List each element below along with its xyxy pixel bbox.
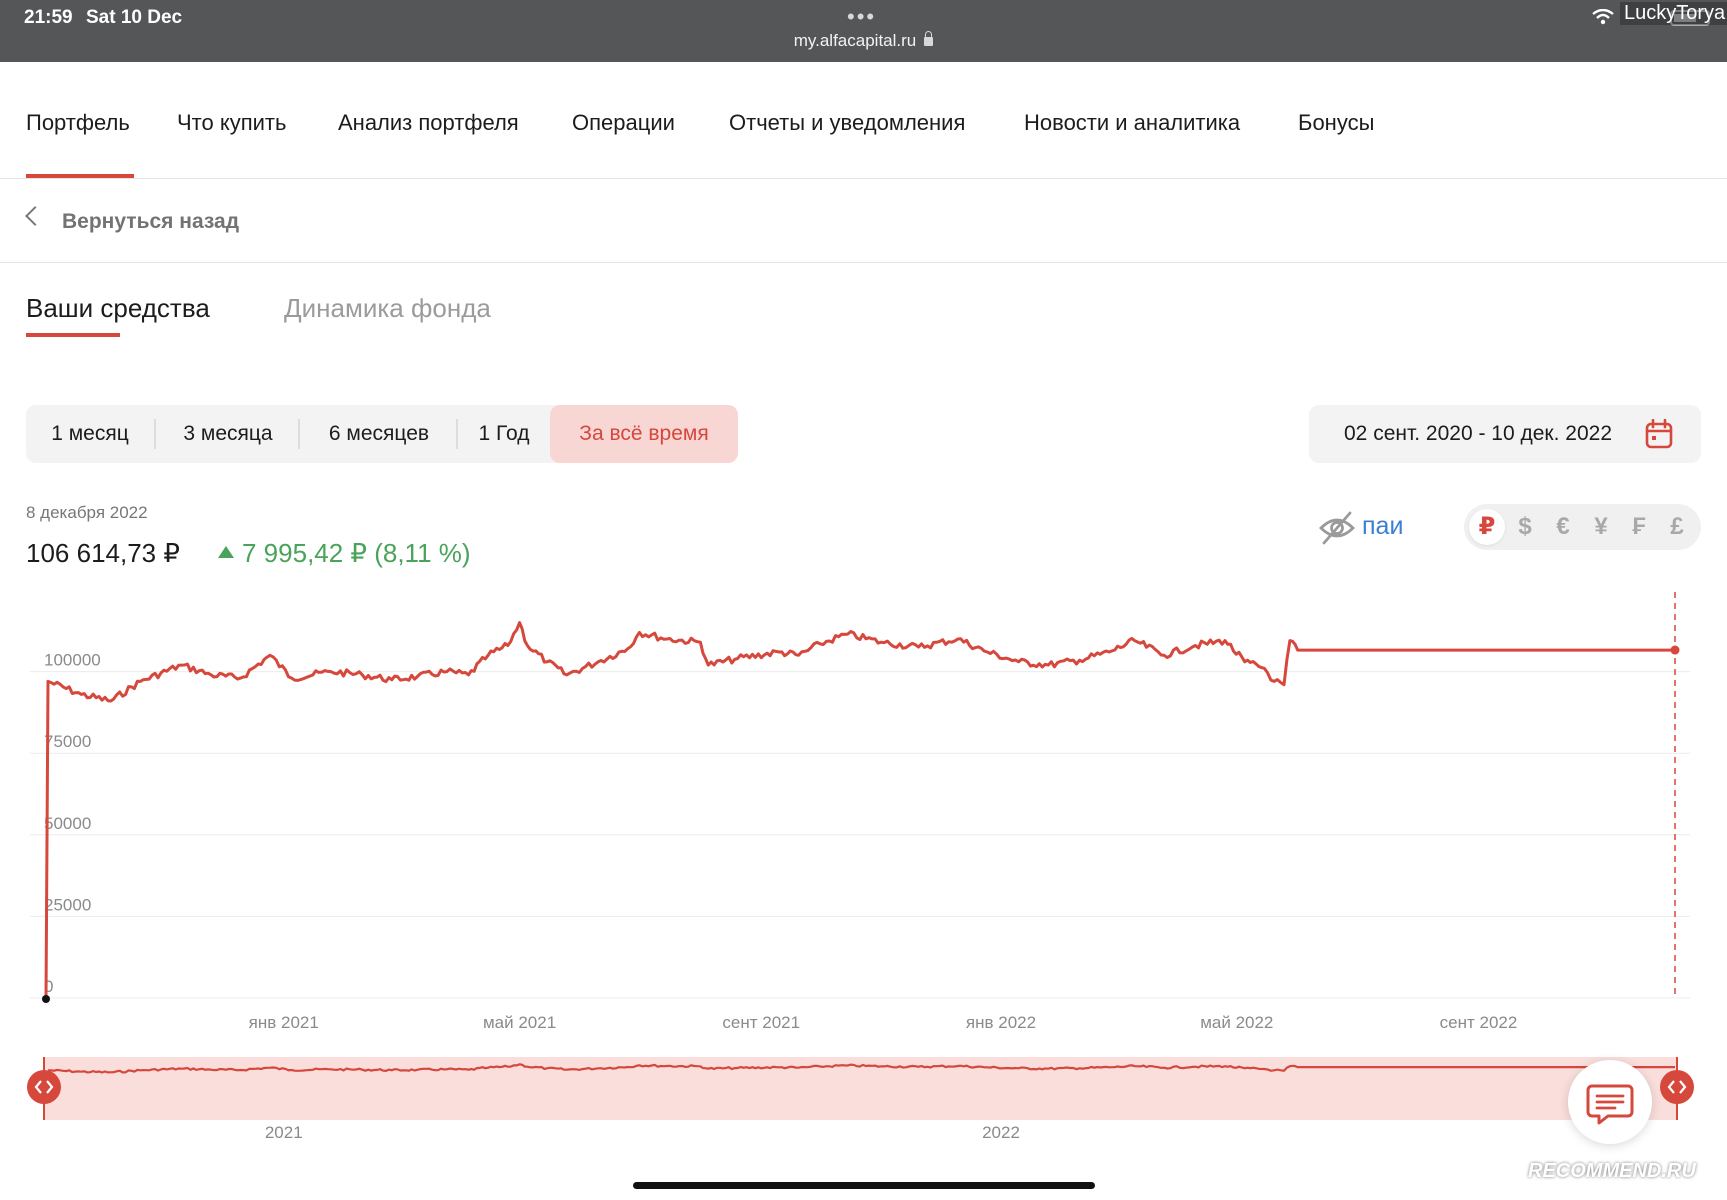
value-change-text: 7 995,42 ₽ (8,11 %) xyxy=(242,538,471,568)
currency-gbp[interactable]: £ xyxy=(1659,509,1695,545)
watermark-username: LuckyTorya xyxy=(1620,2,1727,25)
date-range-picker[interactable]: 02 сент. 2020 - 10 дек. 2022 xyxy=(1309,405,1701,463)
range-navigator[interactable]: 2021 2022 xyxy=(0,1045,1727,1155)
selected-date: 8 декабря 2022 xyxy=(26,503,148,522)
main-nav: Портфель Что купить Анализ портфеля Опер… xyxy=(0,62,1727,179)
eye-off-icon[interactable] xyxy=(1318,510,1356,546)
y-tick-label: 50000 xyxy=(44,814,91,833)
chevron-left-icon xyxy=(25,206,45,226)
calendar-icon xyxy=(1645,419,1673,449)
navigator-tick-label: 2022 xyxy=(982,1123,1020,1142)
nav-item-portfolio[interactable]: Портфель xyxy=(26,110,130,136)
nav-item-news[interactable]: Новости и аналитика xyxy=(1024,110,1240,136)
currency-usd[interactable]: $ xyxy=(1507,509,1543,545)
active-nav-indicator xyxy=(26,174,134,178)
url-text: my.alfacapital.ru xyxy=(793,31,917,50)
x-tick-label: май 2022 xyxy=(1200,1013,1273,1032)
wifi-icon xyxy=(1592,9,1614,25)
home-indicator xyxy=(633,1182,1095,1189)
x-tick-label: янв 2021 xyxy=(249,1013,319,1032)
series-end-point xyxy=(1670,645,1680,655)
tab-fund-dynamics[interactable]: Динамика фонда xyxy=(284,293,491,324)
drag-handle-icon xyxy=(1660,1070,1694,1104)
more-dots-icon[interactable]: ••• xyxy=(847,4,876,30)
navigator-right-handle[interactable] xyxy=(1660,1070,1694,1104)
nav-item-bonuses[interactable]: Бонусы xyxy=(1298,110,1374,136)
period-3-months[interactable]: 3 месяца xyxy=(156,405,300,463)
x-tick-label: сент 2022 xyxy=(1440,1013,1518,1032)
series-start-point xyxy=(42,995,50,1003)
date-range-label: 02 сент. 2020 - 10 дек. 2022 xyxy=(1344,422,1613,445)
series-line xyxy=(44,621,1675,999)
navigator-left-handle[interactable] xyxy=(27,1070,61,1104)
portfolio-value: 106 614,73 ₽ xyxy=(26,538,180,568)
nav-item-reports[interactable]: Отчеты и уведомления xyxy=(729,110,965,136)
watermark-logo: RECOMMEND.RU xyxy=(1528,1160,1696,1182)
period-1-year[interactable]: 1 Год xyxy=(458,405,550,463)
tab-your-funds[interactable]: Ваши средства xyxy=(26,293,210,324)
address-bar[interactable]: my.alfacapital.ru xyxy=(0,31,1727,51)
nav-item-operations[interactable]: Операции xyxy=(572,110,675,136)
value-change: 7 995,42 ₽ (8,11 %) xyxy=(218,538,471,569)
drag-handle-icon xyxy=(27,1070,61,1104)
status-time: 21:59 xyxy=(24,7,73,28)
chat-icon xyxy=(1586,1084,1634,1125)
back-label: Вернуться назад xyxy=(62,210,240,233)
back-row: Вернуться назад xyxy=(0,180,1727,263)
x-tick-label: май 2021 xyxy=(483,1013,556,1032)
currency-rub[interactable]: ₽ xyxy=(1469,509,1505,545)
period-6-months[interactable]: 6 месяцев xyxy=(300,405,458,463)
y-tick-label: 25000 xyxy=(44,895,91,914)
y-tick-label: 75000 xyxy=(44,732,91,751)
x-tick-label: янв 2022 xyxy=(966,1013,1036,1032)
nav-item-what-to-buy[interactable]: Что купить xyxy=(177,110,286,136)
period-selector: 1 месяц 3 месяца 6 месяцев 1 Год За всё … xyxy=(26,405,738,463)
period-1-month[interactable]: 1 месяц xyxy=(26,405,154,463)
lock-icon xyxy=(924,31,934,46)
nav-item-portfolio-analysis[interactable]: Анализ портфеля xyxy=(338,110,519,136)
units-toggle-label[interactable]: паи xyxy=(1362,512,1403,541)
active-tab-indicator xyxy=(26,333,120,337)
period-all-time[interactable]: За всё время xyxy=(550,405,738,463)
currency-switcher: ₽ $ € ¥ ₣ £ xyxy=(1464,504,1701,550)
currency-cny[interactable]: ¥ xyxy=(1583,509,1619,545)
x-tick-label: сент 2021 xyxy=(722,1013,800,1032)
chat-button[interactable] xyxy=(1568,1060,1652,1144)
y-tick-label: 100000 xyxy=(44,651,101,670)
currency-chf[interactable]: ₣ xyxy=(1621,509,1657,545)
status-date: Sat 10 Dec xyxy=(86,7,183,28)
status-bar: 21:59 Sat 10 Dec ••• my.alfacapital.ru L… xyxy=(0,0,1727,62)
navigator-tick-label: 2021 xyxy=(265,1123,303,1142)
portfolio-chart[interactable]: 0250005000075000100000янв 2021 май 2021 се… xyxy=(0,580,1727,1050)
arrow-up-icon xyxy=(218,546,234,558)
currency-eur[interactable]: € xyxy=(1545,509,1581,545)
